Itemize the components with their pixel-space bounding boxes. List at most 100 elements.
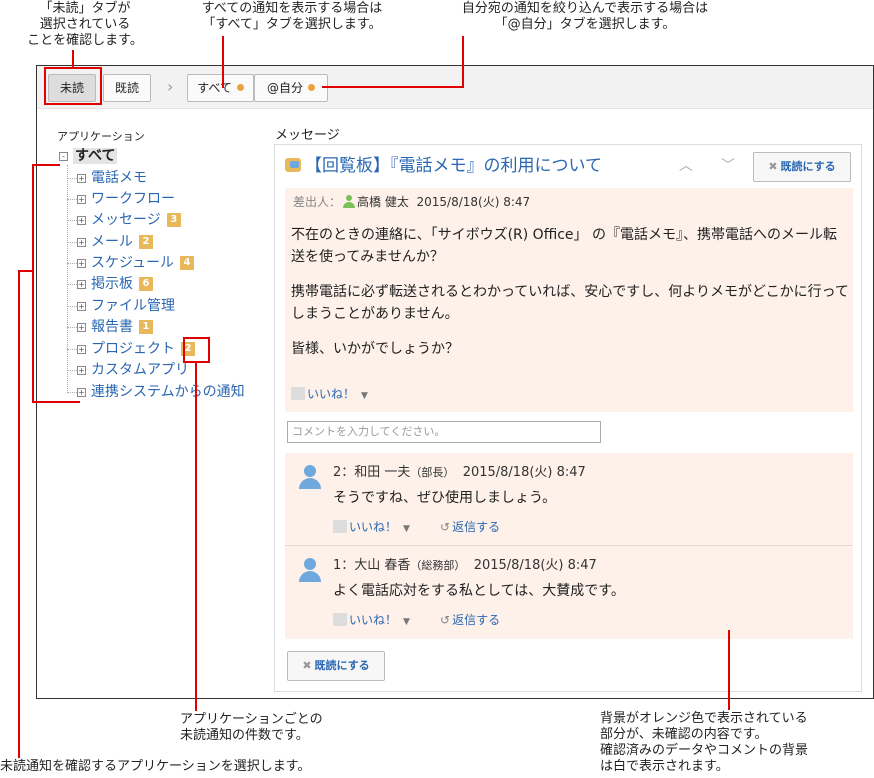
commenter-name[interactable]: 大山 春香: [354, 558, 410, 573]
expand-icon[interactable]: +: [77, 280, 86, 289]
sidebar-item-label: 報告書: [91, 319, 133, 335]
reply-link[interactable]: ↺ 返信する: [440, 518, 500, 535]
sidebar-item-schedule[interactable]: + スケジュール 4: [77, 253, 195, 273]
comment-item: 2：和田 一夫（部長） 2015/8/18(火) 8:47 そうですね、ぜひ使用…: [285, 453, 853, 545]
sidebar-item-workflow[interactable]: + ワークフロー: [77, 189, 175, 209]
like-button[interactable]: いいね！ ▼: [291, 385, 368, 402]
sender-name[interactable]: 高橋 健太: [357, 195, 409, 209]
notification-subject[interactable]: 【回覧板】『電話メモ』の利用について: [285, 155, 602, 177]
tree-connector: [67, 263, 77, 264]
sidebar-item-bulletin[interactable]: + 掲示板 6: [77, 274, 153, 294]
commenter-role: （部長）: [410, 466, 455, 479]
expand-icon[interactable]: +: [77, 302, 86, 311]
mark-read-label: 既読にする: [314, 659, 370, 672]
sidebar-item-integration[interactable]: + 連携システムからの通知: [77, 382, 245, 402]
unread-count-badge: 6: [139, 277, 153, 291]
sidebar-item-label: 連携システムからの通知: [91, 384, 245, 400]
next-icon[interactable]: ﹀: [721, 155, 735, 175]
callout-line: [72, 50, 74, 68]
sidebar-item-label: メッセージ: [91, 212, 161, 228]
mark-read-label: 既読にする: [780, 160, 836, 173]
unread-dot-icon: [236, 84, 244, 91]
unread-count-badge: 4: [180, 256, 195, 270]
commenter-name[interactable]: 和田 一夫: [354, 465, 410, 480]
section-title: メッセージ: [275, 128, 340, 143]
mark-read-button-bottom[interactable]: ✖ 既読にする: [287, 651, 385, 681]
expand-icon[interactable]: +: [77, 195, 86, 204]
user-avatar-icon: [299, 558, 321, 582]
expand-icon[interactable]: +: [77, 216, 86, 225]
sidebar-item-label: ファイル管理: [91, 298, 175, 314]
like-button[interactable]: いいね！ ▼: [333, 518, 410, 535]
sender-label: 差出人：: [293, 195, 342, 209]
expand-icon[interactable]: +: [77, 345, 86, 354]
expand-icon[interactable]: +: [77, 366, 86, 375]
sidebar-item-label: スケジュール: [91, 255, 175, 271]
tab-mine[interactable]: @自分: [254, 74, 328, 102]
tree-connector: [67, 370, 77, 371]
expand-icon[interactable]: +: [77, 174, 86, 183]
callout-line: [462, 36, 464, 87]
callout-line: [195, 362, 197, 711]
previous-icon[interactable]: ︿: [679, 155, 693, 175]
expand-icon[interactable]: +: [77, 388, 86, 397]
dropdown-caret-icon[interactable]: ▼: [403, 617, 410, 627]
callout-background: 背景がオレンジ色で表示されている 部分が、未確認の内容です。 確認済みのデータや…: [600, 711, 809, 774]
tree-connector: [67, 306, 77, 307]
unread-message-body: 差出人： 高橋 健太 2015/8/18(火) 8:47 不在のときの連絡に、「サ…: [285, 188, 853, 412]
mark-read-button[interactable]: ✖ 既読にする: [753, 152, 851, 182]
callout-line: [32, 164, 60, 166]
highlight-count-badge: [183, 337, 210, 363]
body-paragraph: 不在のときの連絡に、「サイボウズ(R) Office」 の『電話メモ』、携帯電話…: [291, 227, 837, 265]
comment-number: 2：: [333, 465, 355, 480]
sidebar-item-file[interactable]: + ファイル管理: [77, 296, 175, 316]
close-icon: ✖: [302, 659, 312, 672]
comment-number: 1：: [333, 558, 355, 573]
expand-icon[interactable]: +: [77, 259, 86, 268]
reply-link[interactable]: ↺ 返信する: [440, 611, 500, 628]
sidebar-item-message[interactable]: + メッセージ 3: [77, 210, 181, 230]
callout-unread-tab: 「未読」タブが 選択されている ことを確認します。: [27, 1, 143, 48]
highlight-app-list: [32, 164, 34, 402]
tree-connector: [67, 349, 77, 350]
comment-input[interactable]: コメントを入力してください。: [287, 421, 601, 443]
sidebar-item-label: カスタムアプリ: [91, 362, 189, 378]
unread-dot-icon: [308, 84, 315, 91]
unread-count-badge: 3: [166, 213, 181, 227]
tab-read[interactable]: 既読: [103, 74, 151, 102]
callout-select-app: 未読通知を確認するアプリケーションを選択します。: [0, 759, 311, 774]
dropdown-caret-icon[interactable]: ▼: [361, 391, 368, 401]
sidebar-item-project[interactable]: + プロジェクト 2: [77, 339, 195, 359]
tree-root[interactable]: - すべて: [59, 146, 118, 166]
expand-icon[interactable]: +: [77, 238, 86, 247]
sidebar-item-label: ワークフロー: [91, 191, 175, 207]
sidebar-item-report[interactable]: + 報告書 1: [77, 317, 153, 337]
chevron-right-icon: ›: [167, 77, 174, 96]
sidebar-item-custom-app[interactable]: + カスタムアプリ: [77, 360, 189, 380]
like-icon: [291, 387, 305, 400]
reply-label: 返信する: [452, 613, 501, 627]
sidebar-item-mail[interactable]: + メール 2: [77, 232, 153, 252]
callout-line: [322, 86, 464, 88]
notification-screen: 未読 既読 › すべて @自分 アプリケーション - すべて + 電話メモ + ワーク…: [36, 65, 874, 699]
like-button[interactable]: いいね！ ▼: [333, 611, 410, 628]
tree-connector: [67, 220, 77, 221]
sender-row: 差出人： 高橋 健太 2015/8/18(火) 8:47: [293, 193, 530, 210]
dropdown-caret-icon[interactable]: ▼: [403, 524, 410, 534]
callout-all-tab: すべての通知を表示する場合は 「すべて」タブを選択します。: [201, 1, 383, 32]
tree-connector: [67, 242, 77, 243]
like-icon: [333, 520, 347, 533]
expand-icon[interactable]: +: [77, 323, 86, 332]
sidebar-item-label: プロジェクト: [91, 341, 175, 357]
highlight-unread-tab: [44, 67, 102, 105]
sidebar-item-label: 電話メモ: [91, 170, 147, 186]
tab-all[interactable]: すべて: [187, 74, 254, 102]
collapse-icon[interactable]: -: [59, 152, 68, 161]
message-body: 不在のときの連絡に、「サイボウズ(R) Office」 の『電話メモ』、携帯電話…: [291, 224, 849, 373]
tree-connector: [67, 284, 77, 285]
sidebar-item-phone-memo[interactable]: + 電話メモ: [77, 168, 147, 188]
callout-mine-tab: 自分宛の通知を絞り込んで表示する場合は 「@自分」タブを選択します。: [461, 1, 709, 32]
like-label: いいね！: [307, 387, 356, 401]
message-icon: [285, 158, 301, 172]
tree-connector: [67, 392, 77, 393]
